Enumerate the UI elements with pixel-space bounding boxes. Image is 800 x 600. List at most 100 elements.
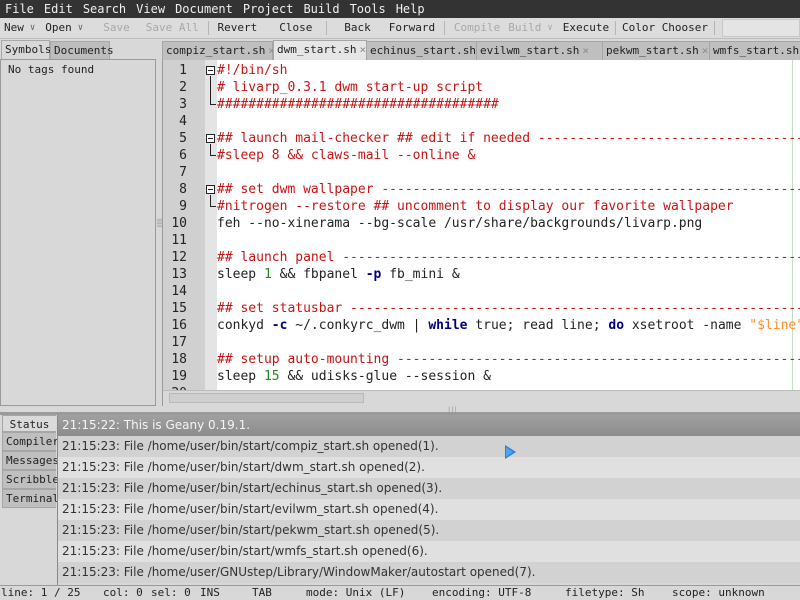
color-chooser-button[interactable]: Color Chooser	[618, 18, 712, 38]
status-message-list[interactable]: 21:15:22: This is Geany 0.19.1. 21:15:23:…	[57, 415, 800, 585]
status-message[interactable]: 21:15:23: File /home/user/bin/start/pekw…	[58, 520, 800, 541]
token-kw: while	[428, 318, 468, 333]
fold-toggle-icon[interactable]	[206, 66, 215, 75]
document-tab[interactable]: echinus_start.sh×	[366, 41, 486, 60]
save-all-button[interactable]: Save All	[142, 18, 203, 38]
close-tab-icon[interactable]: ×	[579, 44, 589, 57]
tab-status[interactable]: Status	[2, 415, 56, 432]
menu-help[interactable]: Help	[391, 0, 430, 18]
tab-messages[interactable]: Messages	[2, 451, 59, 470]
fold-line	[210, 76, 211, 104]
toolbar: New ∨ Open ∨ Save Save All Revert Close …	[0, 18, 800, 39]
code-line[interactable]: ## setup auto-mounting -----------------…	[217, 351, 800, 368]
status-message[interactable]: 21:15:22: This is Geany 0.19.1.	[58, 415, 800, 436]
document-tab[interactable]: pekwm_start.sh ×	[602, 41, 710, 60]
document-tab[interactable]: compiz_start.sh ×	[162, 41, 275, 60]
menu-file[interactable]: File	[0, 0, 39, 18]
close-button[interactable]: Close	[275, 18, 316, 38]
fold-toggle-icon[interactable]	[206, 134, 215, 143]
status-message[interactable]: 21:15:23: File /home/user/GNUstep/Librar…	[58, 562, 800, 583]
toolbar-separator	[444, 21, 445, 35]
code-line[interactable]: ## launch mail-checker ## edit if needed…	[217, 130, 800, 147]
document-tab[interactable]: wmfs_start.sh×	[709, 41, 800, 60]
code-line[interactable]: conkyd -c ~/.conkyrc_dwm | while true; r…	[217, 317, 800, 334]
code-line[interactable]: #!/bin/sh	[217, 62, 287, 79]
scrollbar-thumb[interactable]	[169, 393, 364, 403]
status-message[interactable]: 21:15:23: File /home/user/bin/start/evil…	[58, 499, 800, 520]
line-number: 19	[171, 369, 187, 384]
status-message[interactable]: 21:15:23: File /home/user/bin/start/comp…	[58, 436, 800, 457]
tab-symbols[interactable]: Symbols	[1, 40, 51, 60]
document-tab-label: evilwm_start.sh	[480, 44, 580, 57]
build-button[interactable]: Build	[504, 18, 545, 38]
tab-documents[interactable]: Documents	[50, 41, 114, 59]
menu-build[interactable]: Build	[298, 0, 344, 18]
build-dropdown-chevron-icon[interactable]: ∨	[545, 23, 558, 33]
code-line[interactable]: #sleep 8 && claws-mail --online &	[217, 147, 475, 164]
document-tab-label: dwm_start.sh	[277, 43, 357, 56]
search-entry[interactable]	[721, 19, 800, 37]
line-number-gutter: 1234567891011121314151617181920	[163, 60, 205, 390]
status-message[interactable]: 21:15:23: File /home/user/bin/start/wmfs…	[58, 541, 800, 562]
code-line[interactable]: ####################################	[217, 96, 499, 113]
revert-button[interactable]: Revert	[214, 18, 262, 38]
token-comment: # livarp_0.3.1 dwm start-up script	[217, 80, 484, 95]
line-number: 18	[171, 352, 187, 367]
toolbar-separator	[207, 21, 209, 35]
close-tab-icon[interactable]: ×	[699, 44, 709, 57]
sidebar-tabs: Symbols Documents	[0, 40, 160, 60]
menu-document[interactable]: Document	[170, 0, 238, 18]
tab-terminal[interactable]: Terminal	[2, 489, 59, 508]
code-line[interactable]: feh --no-xinerama --bg-scale /usr/share/…	[217, 215, 702, 232]
open-dropdown-chevron-icon[interactable]: ∨	[76, 23, 89, 33]
forward-button[interactable]: Forward	[385, 18, 439, 38]
back-button[interactable]: Back	[340, 18, 375, 38]
code-editor[interactable]: 1234567891011121314151617181920 #!/bin/s…	[162, 60, 800, 390]
token-str: "$line"	[749, 318, 800, 333]
status-sel: sel: 0	[151, 586, 191, 599]
compile-button[interactable]: Compile	[450, 18, 504, 38]
code-line[interactable]: ## set statusbar -----------------------…	[217, 300, 800, 317]
code-line[interactable]: sleep 1 && fbpanel -p fb_mini &	[217, 266, 460, 283]
line-number: 17	[171, 335, 187, 350]
status-message[interactable]: 21:15:23: File /home/user/bin/start/dwm_…	[58, 457, 800, 478]
code-line[interactable]: ## set dwm wallpaper -------------------…	[217, 181, 800, 198]
line-number: 4	[179, 114, 187, 129]
document-tabs: compiz_start.sh × dwm_start.sh × echinus_sta…	[162, 40, 800, 60]
status-ins: INS	[200, 586, 220, 599]
code-line[interactable]: ## launch panel ------------------------…	[217, 249, 800, 266]
code-line[interactable]: # livarp_0.3.1 dwm start-up script	[217, 79, 483, 96]
document-tab[interactable]: dwm_start.sh ×	[273, 40, 367, 60]
code-line[interactable]: sleep 15 && udisks-glue --session &	[217, 368, 491, 385]
tab-scribble[interactable]: Scribble	[2, 470, 59, 489]
fold-toggle-icon[interactable]	[206, 185, 215, 194]
document-tab[interactable]: evilwm_start.sh ×	[476, 41, 603, 60]
menu-edit[interactable]: Edit	[39, 0, 78, 18]
menu-project[interactable]: Project	[238, 0, 299, 18]
token: sleep	[217, 267, 264, 282]
status-tab: TAB	[252, 586, 272, 599]
document-tab-label: compiz_start.sh	[166, 44, 266, 57]
new-button[interactable]: New	[0, 18, 28, 38]
menu-tools[interactable]: Tools	[345, 0, 391, 18]
open-button[interactable]: Open	[41, 18, 76, 38]
token-comment: #!/bin/sh	[217, 63, 288, 78]
line-number: 3	[179, 97, 187, 112]
status-message[interactable]: 21:15:23: File /home/user/bin/start/echi…	[58, 478, 800, 499]
horizontal-scrollbar[interactable]	[162, 390, 800, 406]
execute-button[interactable]: Execute	[559, 18, 613, 38]
menu-search[interactable]: Search	[78, 0, 131, 18]
close-tab-icon[interactable]: ×	[356, 43, 366, 56]
menu-view[interactable]: View	[131, 0, 170, 18]
tab-compiler[interactable]: Compiler	[2, 432, 59, 451]
token: && udisks-glue --session &	[279, 369, 491, 384]
code-line[interactable]: #nitrogen --restore ## uncomment to disp…	[217, 198, 734, 215]
token-comment: ## set dwm wallpaper -------------------…	[217, 182, 800, 197]
token: conkyd	[217, 318, 272, 333]
status-mode: mode: Unix (LF)	[306, 586, 406, 599]
token-comment: #sleep 8 && claws-mail --online &	[217, 148, 476, 163]
line-number: 15	[171, 301, 187, 316]
save-button[interactable]: Save	[99, 18, 134, 38]
line-number: 2	[179, 80, 187, 95]
new-dropdown-chevron-icon[interactable]: ∨	[28, 23, 41, 33]
